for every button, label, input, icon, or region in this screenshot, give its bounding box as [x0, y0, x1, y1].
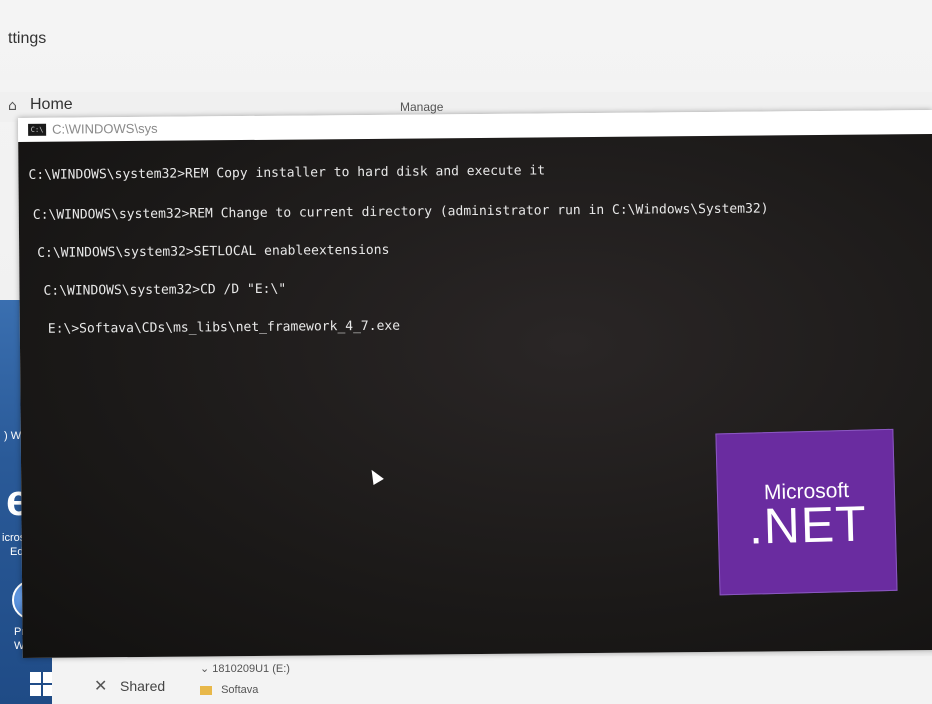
drive-icon: ⌄ — [200, 663, 213, 675]
drive-label: 1810209U1 (E:) — [212, 663, 290, 675]
cmd-icon: C:\ — [28, 123, 47, 136]
cmd-console[interactable]: C:\WINDOWS\system32>REM Copy installer t… — [18, 134, 932, 658]
folder-icon — [200, 685, 212, 695]
cmd-line: C:\WINDOWS\system32>SETLOCAL enableexten… — [37, 242, 390, 261]
home-icon[interactable]: ⌂ — [8, 98, 22, 114]
cmd-line: C:\WINDOWS\system32>CD /D "E:\" — [43, 281, 287, 299]
cursor-icon — [366, 466, 384, 485]
ribbon-tab-manage[interactable]: Manage — [400, 100, 443, 114]
cmd-line: E:\>Softava\CDs\ms_libs\net_framework_4_… — [47, 318, 401, 337]
windows-logo-icon[interactable] — [30, 672, 54, 696]
drive-item[interactable]: ⌄ 1810209U1 (E:) — [200, 662, 290, 675]
folder-label: Softava — [221, 684, 259, 696]
explorer-bottom-bar — [52, 656, 932, 704]
cmd-line: C:\WINDOWS\system32>REM Change to curren… — [32, 201, 769, 223]
shared-label[interactable]: Shared — [120, 678, 165, 694]
dotnet-logo: Microsoft .NET — [715, 428, 898, 596]
photo-stage: ttings ⌂ Home Manage ) Wi e icrosof Edge… — [0, 0, 932, 704]
cmd-window[interactable]: C:\ C:\WINDOWS\sys C:\WINDOWS\system32>R… — [18, 110, 932, 658]
shared-icon[interactable]: ✕ — [94, 676, 107, 695]
ribbon-tab-home[interactable]: Home — [30, 96, 73, 114]
cmd-title: C:\WINDOWS\sys — [52, 120, 158, 137]
settings-title: ttings — [8, 30, 47, 47]
folder-item[interactable]: Softava — [200, 684, 258, 696]
dotnet-logo-net: .NET — [748, 495, 868, 555]
cmd-line: C:\WINDOWS\system32>REM Copy installer t… — [28, 163, 546, 183]
